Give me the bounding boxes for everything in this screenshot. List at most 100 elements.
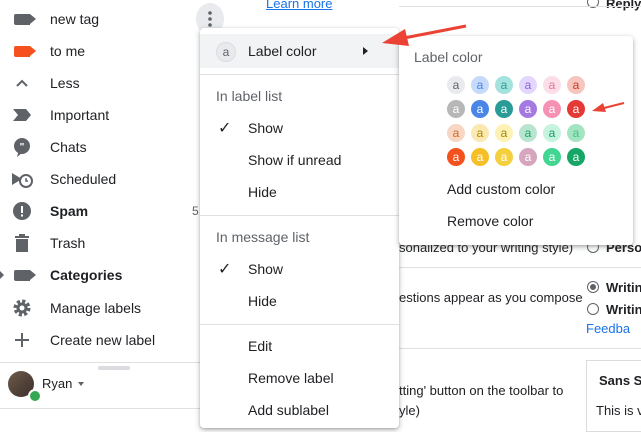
expand-arrow-icon[interactable] — [0, 271, 4, 279]
color-swatch[interactable]: a — [543, 148, 561, 166]
writing-off-radio[interactable] — [587, 303, 599, 315]
color-swatch[interactable]: a — [495, 76, 513, 94]
check-icon: ✓ — [218, 261, 232, 278]
menu-item-show-if-unread[interactable]: Show if unread — [200, 144, 399, 176]
color-swatch[interactable]: a — [567, 100, 585, 118]
menu-item-label: Remove label — [248, 370, 334, 386]
color-swatch[interactable]: a — [495, 148, 513, 166]
remove-color-button[interactable]: Remove color — [447, 213, 533, 229]
menu-item-hide[interactable]: Hide — [200, 176, 399, 208]
divider — [200, 74, 399, 75]
trash-icon — [10, 231, 34, 255]
sidebar-item-label: Trash — [50, 235, 86, 251]
color-swatch[interactable]: a — [519, 148, 537, 166]
color-swatch[interactable]: a — [495, 100, 513, 118]
writing-on-radio[interactable] — [587, 281, 599, 293]
check-icon: ✓ — [218, 120, 232, 137]
color-swatch[interactable]: a — [471, 124, 489, 142]
feedback-link[interactable]: Feedba — [586, 321, 630, 336]
signature-editor[interactable]: Sans S This is v — [586, 360, 641, 432]
sidebar-item-trash[interactable]: Trash — [0, 227, 200, 259]
color-swatch[interactable]: a — [447, 124, 465, 142]
color-swatch[interactable]: a — [543, 76, 561, 94]
sidebar-item-label: Important — [50, 107, 110, 123]
color-swatch[interactable]: a — [447, 100, 465, 118]
menu-item-show[interactable]: ✓ Show — [200, 112, 399, 144]
color-swatch[interactable]: a — [519, 76, 537, 94]
caret-down-icon[interactable] — [78, 382, 84, 386]
color-swatch[interactable]: a — [471, 100, 489, 118]
label-icon — [10, 39, 36, 63]
menu-item-hide[interactable]: Hide — [200, 285, 399, 317]
menu-item-add-sublabel[interactable]: Add sublabel — [200, 394, 399, 426]
scheduled-icon — [10, 167, 34, 191]
label-options-menu: a Label color In label list ✓ Show Show … — [200, 28, 399, 428]
menu-item-label: Edit — [248, 338, 273, 354]
menu-item-label: Hide — [248, 184, 277, 200]
user-name: Ryan — [42, 376, 73, 391]
menu-item-label: Show if unread — [248, 152, 342, 168]
color-swatch[interactable]: a — [447, 148, 465, 166]
color-swatch[interactable]: a — [543, 100, 561, 118]
divider — [0, 408, 200, 409]
gear-icon — [10, 296, 34, 320]
menu-item-label: Show — [248, 120, 284, 136]
hangouts-user[interactable]: Ryan — [8, 371, 128, 403]
submenu-arrow-icon — [363, 47, 368, 55]
label-icon — [10, 263, 36, 287]
menu-item-remove-label[interactable]: Remove label — [200, 362, 399, 394]
sidebar-item-label: Chats — [50, 139, 87, 155]
chat-icon: " — [10, 135, 34, 159]
color-swatch[interactable]: a — [447, 76, 465, 94]
color-swatch[interactable]: a — [543, 124, 561, 142]
label-color-icon: a — [216, 42, 236, 62]
label-icon — [10, 7, 36, 31]
sidebar-item-important[interactable]: Important — [0, 99, 200, 131]
chevron-up-icon — [10, 71, 34, 95]
sidebar-item-new-tag[interactable]: new tag — [0, 3, 224, 35]
color-swatch[interactable]: a — [567, 76, 585, 94]
sidebar-item-chats[interactable]: " Chats — [0, 131, 200, 163]
toolbar-text: tting' button on the toolbar to — [399, 383, 564, 398]
font-select[interactable]: Sans S — [599, 373, 641, 388]
color-swatch[interactable]: a — [567, 124, 585, 142]
color-swatch[interactable]: a — [567, 148, 585, 166]
scroll-handle[interactable] — [98, 366, 130, 370]
preview-text: This is v — [596, 403, 641, 418]
spam-icon — [10, 199, 34, 223]
divider — [200, 215, 399, 216]
suggestions-text: estions appear as you compose — [399, 290, 583, 305]
color-swatch[interactable]: a — [471, 76, 489, 94]
divider — [399, 348, 641, 349]
menu-item-label: Label color — [248, 43, 317, 59]
learn-more-link[interactable]: Learn more — [266, 0, 332, 11]
section-heading: In message list — [216, 229, 310, 245]
online-status-icon — [28, 389, 42, 403]
sidebar-item-manage-labels[interactable]: Manage labels — [0, 292, 200, 324]
sidebar-item-label: Create new label — [50, 332, 156, 348]
color-swatch[interactable]: a — [519, 124, 537, 142]
color-swatch[interactable]: a — [519, 100, 537, 118]
palette-title: Label color — [414, 49, 483, 65]
menu-item-show[interactable]: ✓ Show — [200, 253, 399, 285]
color-swatch[interactable]: a — [495, 124, 513, 142]
writing-on-label: Writin — [606, 280, 641, 295]
sidebar-item-label: Categories — [50, 267, 123, 283]
sidebar-item-less[interactable]: Less — [0, 67, 200, 99]
menu-item-label-color[interactable]: a Label color — [200, 34, 399, 68]
plus-icon — [10, 328, 34, 352]
label-color-palette: Label color aaaaaaaaaaaaaaaaaaaaaaaa Add… — [399, 36, 633, 245]
sidebar-item-create-new-label[interactable]: Create new label — [0, 324, 200, 356]
menu-item-edit[interactable]: Edit — [200, 330, 399, 362]
divider — [200, 324, 399, 325]
menu-item-label: Add sublabel — [248, 402, 329, 418]
color-swatch[interactable]: a — [471, 148, 489, 166]
sidebar-item-to-me[interactable]: to me — [0, 35, 200, 67]
sidebar-item-label: new tag — [50, 11, 100, 27]
sidebar-item-label: to me — [50, 43, 86, 59]
add-custom-color-button[interactable]: Add custom color — [447, 181, 555, 197]
sidebar-item-categories[interactable]: Categories — [0, 259, 200, 291]
important-icon — [10, 103, 34, 127]
sidebar-item-spam[interactable]: Spam 5 — [0, 195, 200, 227]
sidebar-item-scheduled[interactable]: Scheduled — [0, 163, 200, 195]
